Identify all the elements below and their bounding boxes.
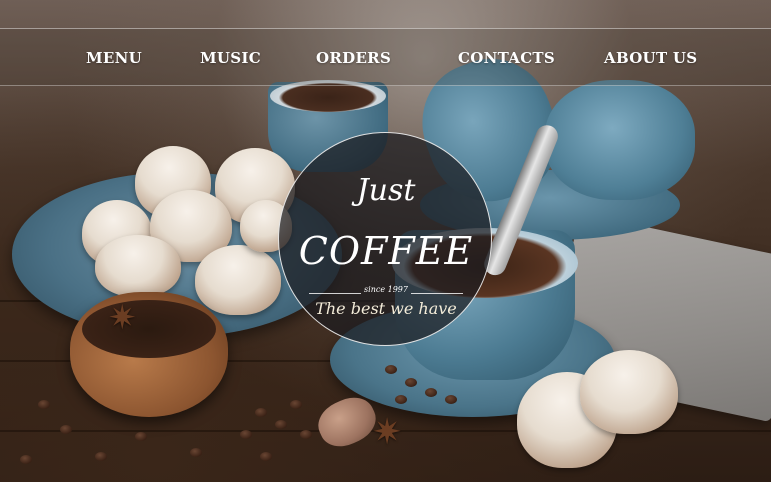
nav-item-orders[interactable]: ORDERS xyxy=(316,49,391,67)
bowl-beans xyxy=(82,300,216,358)
coffee-bean xyxy=(425,388,437,397)
coffee-bean xyxy=(60,425,72,434)
coffee-bean xyxy=(20,455,32,464)
logo-tagline: The best we have xyxy=(315,299,457,318)
coffee-bean xyxy=(405,378,417,387)
star-anise-icon: ✷ xyxy=(372,412,403,453)
meringue xyxy=(580,350,678,434)
nav-item-contacts[interactable]: CONTACTS xyxy=(458,49,555,67)
nav-item-menu[interactable]: MENU xyxy=(86,49,142,67)
logo-badge[interactable]: Just COFFEE since 1997 The best we have xyxy=(278,132,492,346)
coffee-bean xyxy=(260,452,272,461)
coffee-bean xyxy=(275,420,287,429)
coffee-bean xyxy=(135,432,147,441)
hero-background: ✷ ✷ MENU MUSIC ORDERS CONTACTS ABOUT US … xyxy=(0,0,771,482)
cup-back-right xyxy=(545,80,695,200)
coffee-bean xyxy=(190,448,202,457)
logo-coffee-text: COFFEE xyxy=(298,229,474,273)
coffee-bean xyxy=(445,395,457,404)
coffee-bean xyxy=(300,430,312,439)
top-nav-bar: MENU MUSIC ORDERS CONTACTS ABOUT US xyxy=(0,28,771,86)
coffee-bean xyxy=(255,408,267,417)
nav-item-about-us[interactable]: ABOUT US xyxy=(604,49,697,67)
meringue xyxy=(195,245,281,315)
coffee-bean xyxy=(395,395,407,404)
logo-divider-right xyxy=(411,293,463,294)
star-anise-icon: ✷ xyxy=(108,298,137,338)
coffee-bean xyxy=(95,452,107,461)
nav-item-music[interactable]: MUSIC xyxy=(200,49,261,67)
logo-just-text: Just xyxy=(356,173,416,208)
meringue xyxy=(95,235,181,297)
coffee-bean xyxy=(290,400,302,409)
coffee-bean xyxy=(240,430,252,439)
coffee-bean xyxy=(385,365,397,374)
coffee-bean xyxy=(38,400,50,409)
